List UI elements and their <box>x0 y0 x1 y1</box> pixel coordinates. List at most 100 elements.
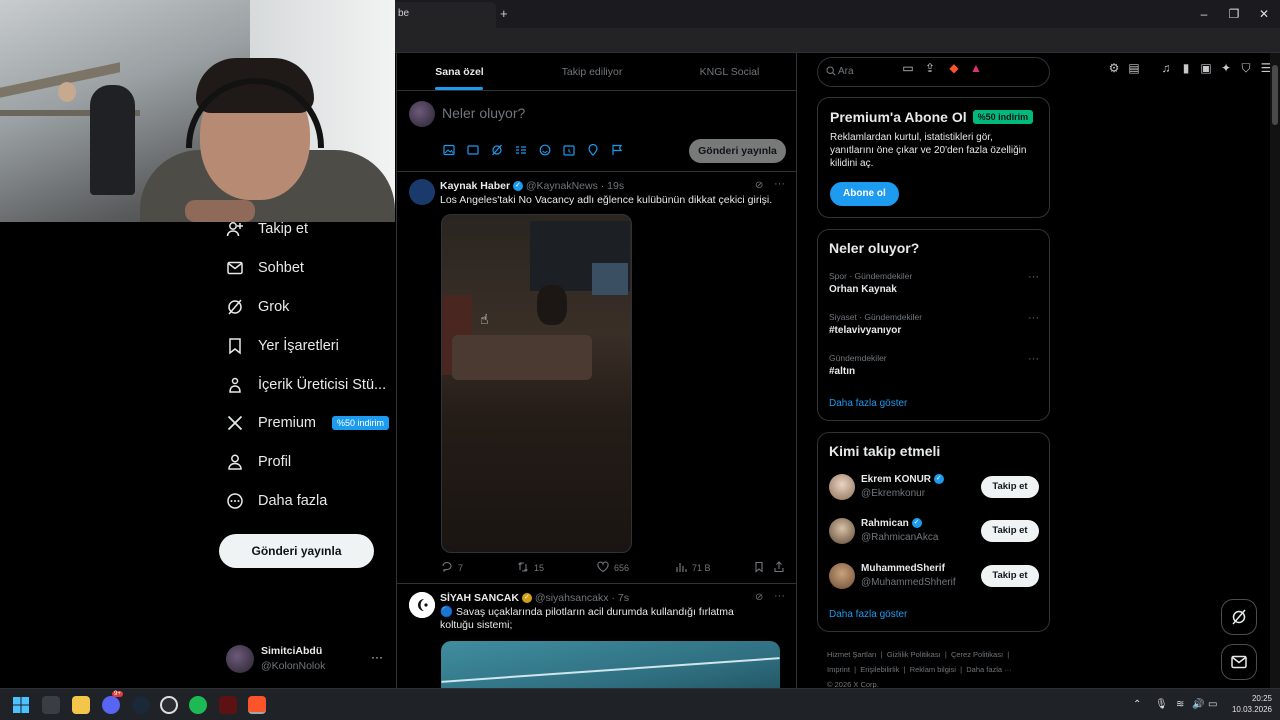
grok-explain-icon[interactable]: ⊘ <box>755 592 763 603</box>
user-name: Ekrem KONUR <box>861 474 932 485</box>
nav-item-profile[interactable]: Profil <box>226 447 291 477</box>
tab-kngl-social[interactable]: KNGL Social <box>662 53 796 91</box>
discord-icon[interactable]: 9+ <box>102 691 123 714</box>
location-icon[interactable] <box>586 143 600 158</box>
clock[interactable]: 20:25 10.03.2026 <box>1228 693 1272 715</box>
grok-explain-icon[interactable]: ⊘ <box>755 180 763 191</box>
post-image[interactable] <box>441 641 780 688</box>
trend-item[interactable]: Gündemdekiler #altın <box>829 353 1039 377</box>
steam-icon[interactable] <box>132 696 150 714</box>
messages-floating-button[interactable] <box>1221 644 1257 680</box>
grok-floating-button[interactable] <box>1221 599 1257 635</box>
trend-category: Siyaset · Gündemdekiler <box>829 312 923 322</box>
trend-more-icon[interactable]: ··· <box>1028 353 1039 365</box>
follow-button[interactable]: Takip et <box>981 520 1039 542</box>
footer-link[interactable]: Reklam bilgisi <box>910 665 956 674</box>
search-input[interactable]: Ara <box>817 57 1050 87</box>
nav-item-premium[interactable]: Premium %50 indirim <box>226 408 390 438</box>
post-handle[interactable]: @KaynakNews <box>526 180 598 192</box>
trend-item[interactable]: Spor · Gündemdekiler Orhan Kaynak <box>829 271 1039 295</box>
minimize-button[interactable]: – <box>1196 6 1212 22</box>
divider <box>397 583 796 584</box>
footer-links: Hizmet Şartları | Gizlilik Politikası | … <box>827 650 1012 689</box>
post-more-icon[interactable]: ··· <box>774 178 785 190</box>
brave-browser-icon[interactable] <box>248 696 266 714</box>
follow-button[interactable]: Takip et <box>981 565 1039 587</box>
composer-input[interactable]: Neler oluyor? <box>442 105 525 121</box>
grok-icon <box>1230 608 1248 625</box>
share-button[interactable] <box>773 561 785 575</box>
restore-button[interactable]: ❐ <box>1226 6 1242 22</box>
spotify-icon[interactable] <box>189 696 207 714</box>
tray-chevron-icon[interactable]: ⌃ <box>1133 699 1141 710</box>
file-explorer-icon[interactable] <box>72 696 90 714</box>
new-tab-button[interactable]: + <box>500 6 508 21</box>
app-icon[interactable] <box>160 696 178 714</box>
sidebar-icon[interactable]: ▮ <box>1178 60 1194 76</box>
verified-gold-icon: ✓ <box>521 593 532 604</box>
nav-item-bookmarks[interactable]: Yer İşaretleri <box>226 331 339 361</box>
footer-link[interactable]: Hizmet Şartları <box>827 650 877 659</box>
schedule-icon[interactable] <box>562 144 576 158</box>
wifi-icon[interactable]: ≋ <box>1176 699 1184 710</box>
gif-icon[interactable] <box>466 144 480 158</box>
like-button[interactable]: 656 <box>597 561 629 575</box>
account-switcher[interactable]: SimitciAbdü @KolonNolok ··· <box>226 645 396 673</box>
trend-more-icon[interactable]: ··· <box>1028 312 1039 324</box>
microphone-icon[interactable]: 🎙 <box>1155 699 1168 710</box>
volume-icon[interactable]: 🔊 <box>1192 699 1204 710</box>
windows-start-icon[interactable] <box>12 696 30 714</box>
reader-icon[interactable]: ▤ <box>1126 60 1142 76</box>
follow-button[interactable]: Takip et <box>981 476 1039 498</box>
nav-item-grok[interactable]: Grok <box>226 292 289 322</box>
divider <box>397 171 796 172</box>
subscribe-button[interactable]: Abone ol <box>830 182 899 206</box>
browser-tab[interactable]: be <box>390 2 496 28</box>
grok-compose-icon[interactable] <box>490 144 504 158</box>
vpn-icon[interactable]: ⛉ <box>1238 60 1254 76</box>
user-name-row: Rahmican ✓ <box>861 518 922 529</box>
nav-item-chat[interactable]: Sohbet <box>226 253 304 283</box>
tab-for-you[interactable]: Sana özel <box>397 53 522 91</box>
trend-name: #altın <box>829 366 856 377</box>
post-author[interactable]: Kaynak Haber <box>440 180 510 192</box>
tab-following[interactable]: Takip ediliyor <box>527 53 657 91</box>
reply-button[interactable]: 7 <box>441 561 463 575</box>
scrollbar-thumb[interactable] <box>1272 65 1278 125</box>
post-more-icon[interactable]: ··· <box>774 590 785 602</box>
media-icon[interactable]: ♫ <box>1158 60 1174 76</box>
emoji-icon[interactable] <box>538 144 552 158</box>
game-launcher-icon[interactable] <box>219 696 237 714</box>
leo-ai-icon[interactable]: ✦ <box>1218 60 1234 76</box>
views-button[interactable]: 71 B <box>675 561 711 575</box>
footer-more-link[interactable]: Daha fazla ··· <box>966 665 1011 674</box>
flag-icon[interactable] <box>610 144 624 158</box>
trends-show-more-link[interactable]: Daha fazla göster <box>829 398 907 409</box>
footer-link[interactable]: Imprint <box>827 665 850 674</box>
tab-title: be <box>398 8 410 19</box>
post-video[interactable]: ☝ <box>441 214 632 553</box>
notification-badge: 9+ <box>112 691 123 697</box>
repost-button[interactable]: 15 <box>517 561 544 575</box>
wallet-icon[interactable]: ▣ <box>1198 60 1214 76</box>
trend-item[interactable]: Siyaset · Gündemdekiler #telavivyanıyor <box>829 312 1039 336</box>
poll-icon[interactable] <box>514 144 528 158</box>
store-icon[interactable] <box>42 696 60 714</box>
footer-link[interactable]: Gizlilik Politikası <box>887 650 941 659</box>
extensions-icon[interactable]: ⚙ <box>1106 60 1122 76</box>
follow-show-more-link[interactable]: Daha fazla göster <box>829 609 907 620</box>
composer-post-button[interactable]: Gönderi yayınla <box>689 139 786 163</box>
footer-link[interactable]: Erişilebilirlik <box>860 665 899 674</box>
nav-item-creator-studio[interactable]: İçerik Üreticisi Stü... <box>226 370 386 400</box>
close-window-button[interactable]: ✕ <box>1256 6 1272 22</box>
post-handle[interactable]: @siyahsancakx <box>535 592 609 604</box>
trend-more-icon[interactable]: ··· <box>1028 271 1039 283</box>
footer-link[interactable]: Çerez Politikası <box>951 650 1003 659</box>
battery-icon[interactable]: ▭ <box>1208 699 1217 710</box>
nav-item-more[interactable]: Daha fazla <box>226 486 327 516</box>
post-author[interactable]: SİYAH SANCAK <box>440 592 519 604</box>
scrollbar[interactable] <box>1270 53 1280 688</box>
bookmark-button[interactable] <box>753 561 765 575</box>
image-icon[interactable] <box>442 144 456 158</box>
post-button[interactable]: Gönderi yayınla <box>219 534 374 568</box>
